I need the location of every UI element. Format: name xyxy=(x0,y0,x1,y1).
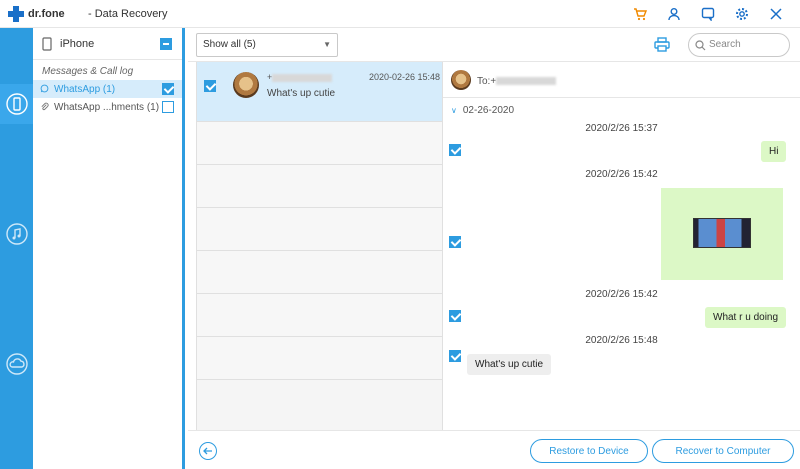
message-header: To:+ xyxy=(443,62,800,98)
message-bubble-image xyxy=(661,188,783,280)
empty-row xyxy=(197,208,442,251)
music-recover-icon xyxy=(5,223,28,245)
empty-row xyxy=(197,122,442,165)
message-timestamp: 2020/2/26 15:48 xyxy=(585,335,658,346)
category-panel: iPhone Messages & Call log WhatsApp (1) … xyxy=(33,28,185,469)
phone-icon xyxy=(42,36,52,51)
brand-name: dr.fone xyxy=(28,8,65,20)
conversation-checkbox[interactable] xyxy=(204,80,216,92)
phone-recover-icon xyxy=(5,93,28,115)
feedback-icon[interactable] xyxy=(698,4,718,24)
search-placeholder: Search xyxy=(709,39,741,50)
conversation-row[interactable]: + 2020-02-26 15:48 What's up cutie xyxy=(197,62,442,122)
user-icon[interactable] xyxy=(664,4,684,24)
message-timestamp: 2020/2/26 15:42 xyxy=(585,169,658,180)
message-checkbox[interactable] xyxy=(449,350,461,362)
search-input[interactable]: Search xyxy=(688,33,790,57)
message-timestamp: 2020/2/26 15:42 xyxy=(585,289,658,300)
whatsapp-icon xyxy=(40,84,50,95)
title-bar: dr.fone - Data Recovery xyxy=(0,0,800,28)
rail-recover-from-itunes[interactable] xyxy=(0,214,33,254)
filter-dropdown[interactable]: Show all (5) ▼ xyxy=(196,33,338,57)
cloud-recover-icon xyxy=(5,353,28,375)
contact-avatar xyxy=(451,70,471,90)
device-collapse-checkbox[interactable] xyxy=(160,38,172,50)
message-checkbox[interactable] xyxy=(449,144,461,156)
message-checkbox[interactable] xyxy=(449,310,461,322)
category-item-label: WhatsApp (1) xyxy=(54,83,116,95)
rail-recover-from-icloud[interactable] xyxy=(0,344,33,384)
message-pane: To:+ ∨ 02-26-2020 2020/2/26 15:37 Hi 2020… xyxy=(443,62,800,430)
image-thumbnail[interactable] xyxy=(693,218,751,248)
arrow-left-icon xyxy=(203,447,212,455)
message-timestamp: 2020/2/26 15:37 xyxy=(585,123,658,134)
search-icon xyxy=(695,40,706,54)
footer-bar: Restore to Device Recover to Computer xyxy=(188,430,800,469)
date-group[interactable]: ∨ 02-26-2020 xyxy=(451,105,514,116)
filter-value: Show all (5) xyxy=(203,39,256,50)
print-icon[interactable] xyxy=(654,37,670,55)
recover-to-computer-button[interactable]: Recover to Computer xyxy=(652,439,794,463)
cart-icon[interactable] xyxy=(630,4,650,24)
conversation-list: + 2020-02-26 15:48 What's up cutie xyxy=(196,62,443,430)
message-bubble-outgoing: Hi xyxy=(761,141,787,162)
chevron-down-icon: ▼ xyxy=(323,40,331,49)
settings-icon[interactable] xyxy=(732,4,752,24)
close-icon[interactable] xyxy=(766,4,786,24)
category-item-whatsapp[interactable]: WhatsApp (1) xyxy=(33,80,182,98)
category-checkbox-whatsapp[interactable] xyxy=(162,83,174,95)
redacted-number xyxy=(272,73,333,82)
device-name: iPhone xyxy=(60,37,95,50)
message-bubble-outgoing: What r u doing xyxy=(705,307,787,328)
redacted-number xyxy=(496,77,557,86)
message-checkbox[interactable] xyxy=(449,236,461,248)
conversation-time: 2020-02-26 15:48 xyxy=(368,72,440,82)
category-group-label: Messages & Call log xyxy=(42,66,134,77)
conversation-preview: What's up cutie xyxy=(267,88,336,99)
message-bubble-incoming: What's up cutie xyxy=(467,354,552,375)
empty-row xyxy=(197,337,442,380)
empty-row xyxy=(197,251,442,294)
date-group-label: 02-26-2020 xyxy=(462,105,515,116)
back-button[interactable] xyxy=(199,442,217,460)
app-title: - Data Recovery xyxy=(88,8,168,20)
device-header: iPhone xyxy=(33,28,182,60)
list-toolbar: Show all (5) ▼ Search xyxy=(188,28,800,62)
chevron-down-icon: ∨ xyxy=(451,106,457,115)
category-item-whatsapp-attachments[interactable]: WhatsApp ...hments (1) xyxy=(33,98,182,116)
recipient-label: To:+ xyxy=(477,76,557,87)
empty-row xyxy=(197,165,442,208)
empty-row xyxy=(197,294,442,337)
category-item-label: WhatsApp ...hments (1) xyxy=(54,101,160,113)
drfone-logo-icon xyxy=(8,6,24,22)
paperclip-icon xyxy=(40,102,50,113)
contact-avatar xyxy=(233,72,259,98)
category-checkbox-whatsapp-attachments[interactable] xyxy=(162,101,174,113)
restore-to-device-button[interactable]: Restore to Device xyxy=(530,439,648,463)
app-logo: dr.fone xyxy=(8,6,65,22)
rail-recover-from-device[interactable] xyxy=(0,84,33,124)
mode-rail xyxy=(0,28,33,469)
conversation-contact: + xyxy=(267,72,333,82)
